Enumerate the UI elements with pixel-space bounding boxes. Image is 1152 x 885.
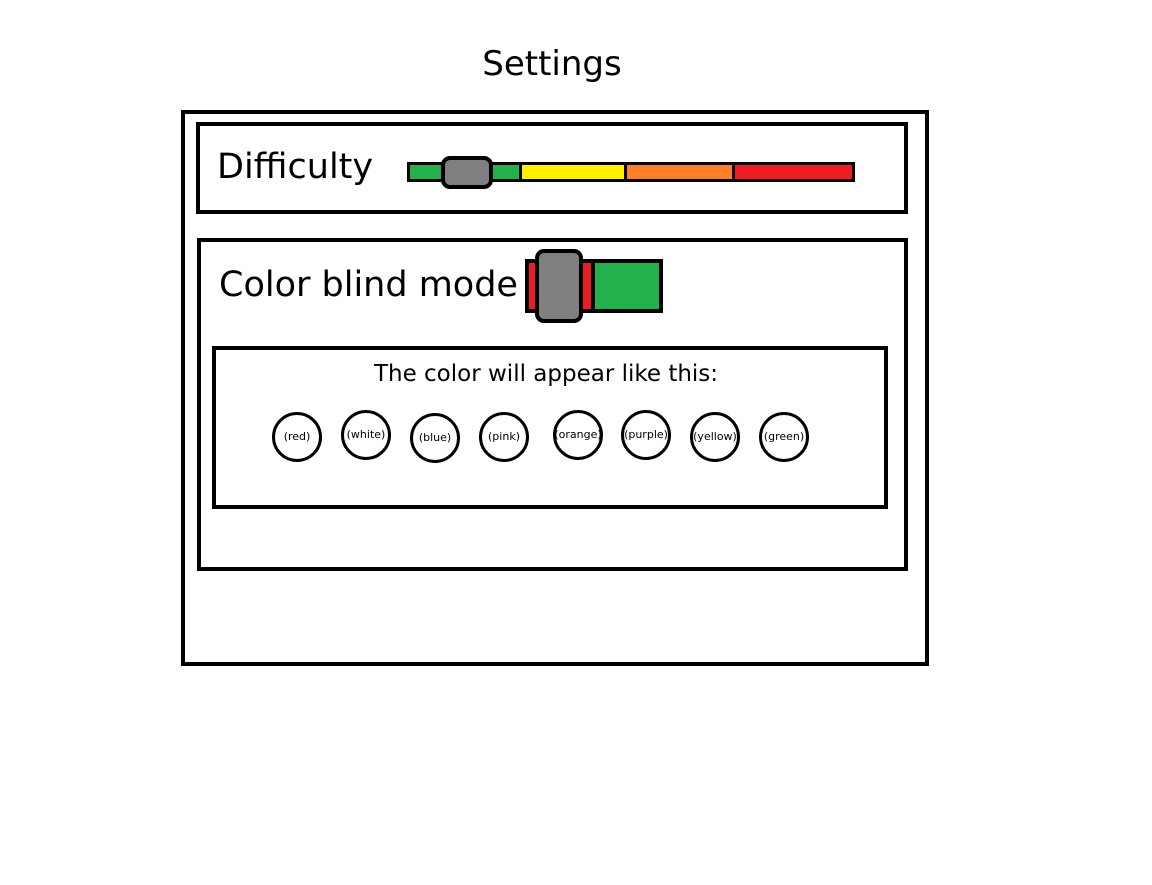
color-swatch-red: (red) xyxy=(272,412,322,462)
page-title: Settings xyxy=(482,44,622,84)
toggle-handle[interactable] xyxy=(535,249,583,323)
difficulty-segment-extreme[interactable] xyxy=(732,162,855,182)
difficulty-slider-handle[interactable] xyxy=(441,156,493,189)
difficulty-segment-hard[interactable] xyxy=(624,162,735,182)
color-blind-mode-label: Color blind mode xyxy=(219,265,518,305)
color-swatch-pink: (pink) xyxy=(479,412,529,462)
toggle-on-area[interactable] xyxy=(589,259,663,313)
color-blind-mode-toggle[interactable] xyxy=(525,249,663,323)
difficulty-segment-medium[interactable] xyxy=(519,162,627,182)
color-swatch-purple: (purple) xyxy=(621,410,671,460)
color-preview-caption: The color will appear like this: xyxy=(373,361,719,387)
color-swatch-yellow: (yellow) xyxy=(690,412,740,462)
color-swatch-blue: (blue) xyxy=(410,413,460,463)
color-swatch-green: (green) xyxy=(759,412,809,462)
color-swatch-orange: (orange) xyxy=(553,410,603,460)
color-swatch-white: (white) xyxy=(341,410,391,460)
difficulty-label: Difficulty xyxy=(217,147,374,187)
